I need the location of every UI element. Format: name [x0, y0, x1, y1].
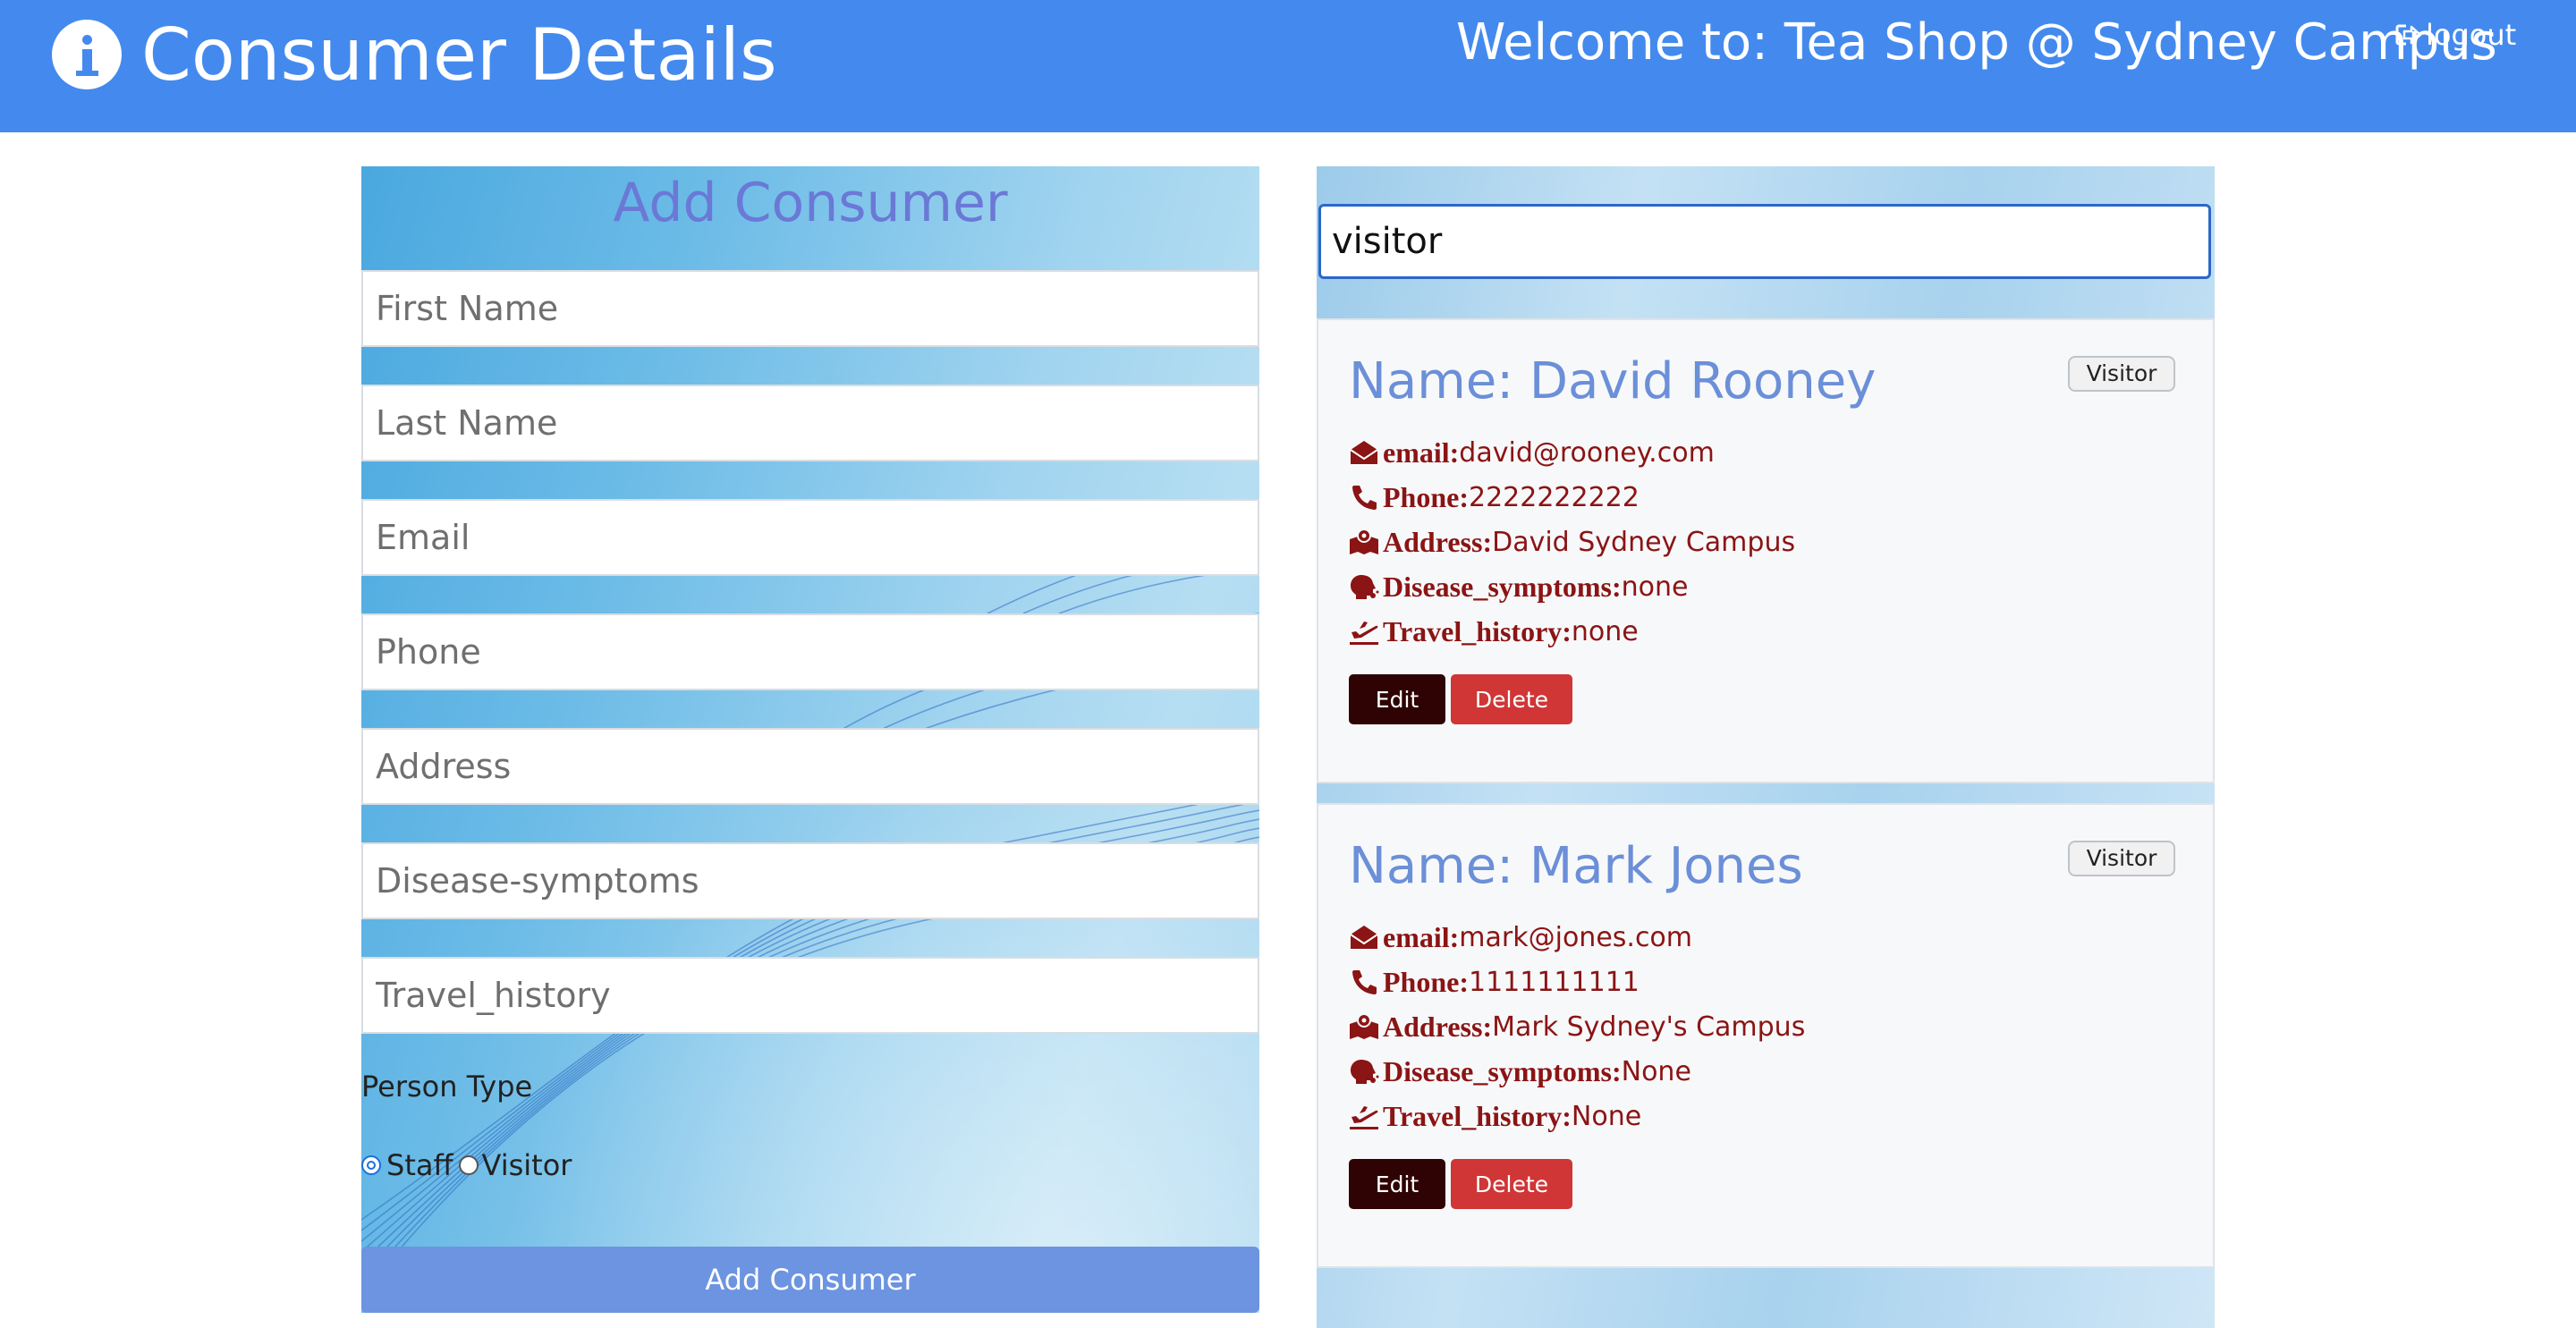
phone-row: Phone: 1111111111: [1349, 962, 1640, 1002]
edit-button[interactable]: Edit: [1349, 674, 1445, 724]
phone-icon: [1352, 970, 1377, 994]
top-header: Consumer Details Welcome to: Tea Shop @ …: [0, 0, 2576, 132]
welcome-message: Welcome to: Tea Shop @ Sydney Campus: [1456, 13, 2497, 72]
search-input[interactable]: [1318, 204, 2211, 279]
envelope-open-icon: [1350, 441, 1378, 464]
phone-row: Phone: 2222222222: [1349, 478, 1640, 517]
first-name-field[interactable]: [361, 270, 1259, 347]
email-field[interactable]: [361, 499, 1259, 576]
address-key: Address:: [1383, 1010, 1493, 1043]
travel-key: Travel_history:: [1383, 1099, 1572, 1132]
last-name-field[interactable]: [361, 385, 1259, 461]
edit-button[interactable]: Edit: [1349, 1159, 1445, 1209]
email-row: email: david@rooney.com: [1349, 433, 1715, 472]
plane-departure-icon: [1350, 622, 1378, 645]
consumer-list-panel: Name: David Rooney Visitor email: david@…: [1317, 166, 2215, 1328]
travel-value: none: [1571, 615, 1639, 647]
consumer-name: Name: Mark Jones: [1349, 837, 1803, 895]
consumer-name: Name: David Rooney: [1349, 352, 1877, 410]
map-marked-icon: [1350, 1013, 1378, 1039]
disease-key: Disease_symptoms:: [1383, 1054, 1622, 1087]
email-key: email:: [1383, 920, 1460, 953]
page-title: Consumer Details: [141, 13, 777, 97]
travel-row: Travel_history: none: [1349, 612, 1639, 651]
add-consumer-button[interactable]: Add Consumer: [361, 1247, 1259, 1313]
phone-key: Phone:: [1383, 965, 1469, 998]
phone-key: Phone:: [1383, 480, 1469, 513]
travel-value: None: [1571, 1100, 1642, 1132]
sign-out-icon: [2395, 24, 2422, 46]
email-row: email: mark@jones.com: [1349, 918, 1692, 957]
address-field[interactable]: [361, 728, 1259, 805]
staff-radio[interactable]: [361, 1155, 381, 1175]
address-row: Address: David Sydney Campus: [1349, 522, 1795, 562]
consumer-card: Name: David Rooney Visitor email: david@…: [1317, 318, 2215, 783]
form-title: Add Consumer: [613, 172, 1008, 234]
logout-link[interactable]: logout: [2395, 18, 2516, 52]
disease-value: none: [1621, 571, 1689, 603]
consumer-card: Name: Mark Jones Visitor email: mark@jon…: [1317, 803, 2215, 1268]
travel-row: Travel_history: None: [1349, 1096, 1641, 1136]
person-type-radio-group: Staff Visitor: [361, 1148, 572, 1182]
map-marked-icon: [1350, 529, 1378, 554]
disease-row: Disease_symptoms: none: [1349, 567, 1688, 606]
person-type-badge: Visitor: [2068, 356, 2175, 392]
email-value: mark@jones.com: [1459, 921, 1693, 953]
head-virus-icon: [1351, 575, 1379, 599]
phone-icon: [1352, 486, 1377, 510]
email-key: email:: [1383, 436, 1460, 469]
person-type-badge: Visitor: [2068, 841, 2175, 876]
person-type-label: Person Type: [361, 1070, 533, 1104]
address-key: Address:: [1383, 525, 1493, 558]
add-consumer-form: Add Consumer Person Type Staff Visitor A…: [361, 166, 1259, 1313]
envelope-open-icon: [1350, 926, 1378, 949]
plane-departure-icon: [1350, 1106, 1378, 1129]
info-circle-icon: [52, 20, 122, 89]
delete-button[interactable]: Delete: [1451, 1159, 1572, 1209]
phone-value: 1111111111: [1469, 966, 1640, 998]
disease-symptoms-field[interactable]: [361, 842, 1259, 919]
staff-radio-label: Staff: [386, 1148, 453, 1182]
address-value: David Sydney Campus: [1492, 526, 1796, 558]
disease-row: Disease_symptoms: None: [1349, 1052, 1691, 1091]
travel-history-field[interactable]: [361, 957, 1259, 1034]
email-value: david@rooney.com: [1459, 436, 1715, 469]
address-value: Mark Sydney's Campus: [1492, 1011, 1806, 1043]
visitor-radio-label: Visitor: [481, 1148, 572, 1182]
head-virus-icon: [1351, 1060, 1379, 1084]
phone-field[interactable]: [361, 613, 1259, 690]
address-row: Address: Mark Sydney's Campus: [1349, 1007, 1805, 1046]
travel-key: Travel_history:: [1383, 614, 1572, 647]
disease-value: None: [1621, 1055, 1691, 1087]
phone-value: 2222222222: [1469, 481, 1640, 513]
visitor-radio[interactable]: [458, 1155, 479, 1175]
delete-button[interactable]: Delete: [1451, 674, 1572, 724]
logout-label: logout: [2426, 18, 2517, 52]
disease-key: Disease_symptoms:: [1383, 570, 1622, 603]
